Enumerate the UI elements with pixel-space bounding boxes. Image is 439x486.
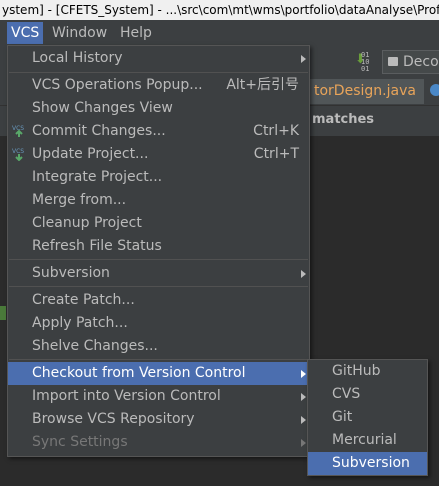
submenu-item-cvs[interactable]: CVS [308, 383, 427, 406]
submenu-item-git[interactable]: Git [308, 406, 427, 429]
menu-item-label: Apply Patch... [32, 315, 128, 331]
tab-active-file[interactable]: torDesign.java [306, 79, 424, 104]
menu-item-label: Create Patch... [32, 292, 135, 308]
binary-icon[interactable]: 01 10 01 [361, 52, 369, 73]
submenu-item-label: Subversion [332, 455, 410, 471]
menu-window[interactable]: Window [48, 22, 111, 44]
submenu-item-label: CVS [332, 386, 361, 402]
menu-item-label: Import into Version Control [32, 388, 221, 404]
menu-item-cleanup-project[interactable]: Cleanup Project [8, 212, 309, 235]
menu-separator [9, 359, 308, 360]
menu-item-label: Browse VCS Repository [32, 411, 195, 427]
search-matches-count: matches [312, 112, 375, 127]
menu-item-label: Sync Settings [32, 434, 128, 450]
commit-icon: VCS [12, 125, 24, 137]
update-icon: VCS [12, 148, 24, 161]
menu-separator [9, 72, 308, 73]
submenu-arrow-icon [301, 393, 306, 401]
menu-item-refresh-file-status[interactable]: Refresh File Status [8, 235, 309, 258]
menu-item-integrate-project[interactable]: Integrate Project... [8, 166, 309, 189]
menu-item-label: Update Project... [32, 146, 149, 162]
submenu-item-mercurial[interactable]: Mercurial [308, 429, 427, 452]
submenu-item-label: Mercurial [332, 432, 397, 448]
svg-text:VCS: VCS [12, 148, 24, 155]
menu-item-label: Commit Changes... [32, 123, 166, 139]
run-config-label: Decor [403, 54, 439, 70]
submenu-item-label: Git [332, 409, 353, 425]
menu-item-create-patch[interactable]: Create Patch... [8, 289, 309, 312]
menu-vcs[interactable]: VCS [7, 22, 44, 44]
menu-item-merge-from[interactable]: Merge from... [8, 189, 309, 212]
submenu-arrow-icon [301, 439, 306, 447]
submenu-arrow-icon [301, 370, 306, 378]
submenu-arrow-icon [301, 270, 306, 278]
menu-item-checkout-from-vcs[interactable]: Checkout from Version Control [8, 362, 309, 385]
menu-item-label: Merge from... [32, 192, 127, 208]
menu-bar: VCS Window Help [0, 20, 439, 45]
menu-separator [9, 286, 308, 287]
submenu-item-github[interactable]: GitHub [308, 360, 427, 383]
submenu-arrow-icon [301, 55, 306, 63]
menu-item-vcs-operations-popup[interactable]: VCS Operations Popup... Alt+后引号 [8, 74, 309, 97]
menu-item-label: VCS Operations Popup... [32, 77, 203, 93]
menu-item-label: Refresh File Status [32, 238, 162, 254]
menu-item-shortcut: Alt+后引号 [226, 77, 299, 93]
menu-item-label: Integrate Project... [32, 169, 163, 185]
menu-item-apply-patch[interactable]: Apply Patch... [8, 312, 309, 335]
run-config-selector[interactable]: Decor [382, 50, 439, 74]
menu-item-label: Subversion [32, 265, 110, 281]
checkout-submenu: GitHub CVS Git Mercurial Subversion [307, 359, 428, 476]
menu-item-import-into-vcs[interactable]: Import into Version Control [8, 385, 309, 408]
menu-item-shelve-changes[interactable]: Shelve Changes... [8, 335, 309, 358]
submenu-arrow-icon [301, 416, 306, 424]
menu-item-commit-changes[interactable]: VCS Commit Changes... Ctrl+K [8, 120, 309, 143]
menu-item-shortcut: Ctrl+K [253, 123, 299, 139]
menu-item-browse-vcs-repository[interactable]: Browse VCS Repository [8, 408, 309, 431]
menu-item-sync-settings: Sync Settings [8, 431, 309, 454]
menu-item-shortcut: Ctrl+T [253, 146, 299, 162]
window-title-bar: ystem] - [CFETS_System] - ...\src\com\mt… [0, 0, 439, 20]
menu-item-show-changes-view[interactable]: Show Changes View [8, 97, 309, 120]
submenu-item-label: GitHub [332, 363, 381, 379]
menu-separator [9, 259, 308, 260]
menu-help[interactable]: Help [116, 22, 156, 44]
submenu-item-subversion[interactable]: Subversion [308, 452, 427, 475]
menu-item-label: Shelve Changes... [32, 338, 158, 354]
menu-item-local-history[interactable]: Local History [8, 47, 309, 70]
gutter-marker [0, 306, 6, 320]
menu-item-label: Checkout from Version Control [32, 365, 246, 381]
menu-item-update-project[interactable]: VCS Update Project... Ctrl+T [8, 143, 309, 166]
vcs-dropdown-menu: Local History VCS Operations Popup... Al… [7, 45, 310, 457]
window-title: ystem] - [CFETS_System] - ...\src\com\mt… [2, 3, 439, 17]
config-box-icon [388, 57, 398, 66]
tab-status-icon[interactable] [430, 84, 439, 96]
menu-item-label: Cleanup Project [32, 215, 142, 231]
menu-item-label: Show Changes View [32, 100, 173, 116]
menu-item-label: Local History [32, 50, 123, 66]
menu-item-subversion[interactable]: Subversion [8, 262, 309, 285]
